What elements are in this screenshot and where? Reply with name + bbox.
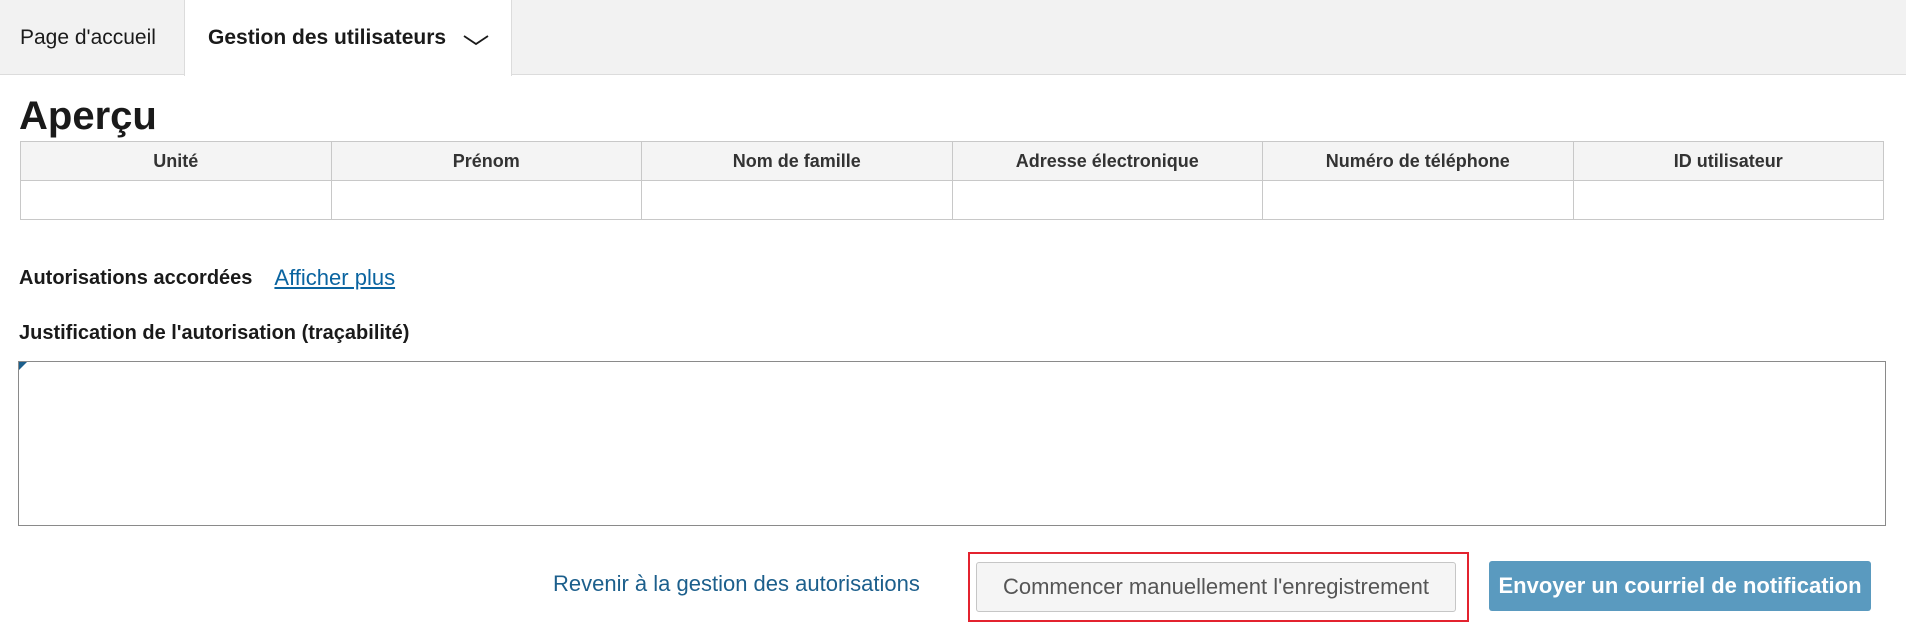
table-header-row: Unité Prénom Nom de famille Adresse élec… [20, 141, 1884, 181]
column-header-phone: Numéro de téléphone [1262, 141, 1574, 181]
justification-label: Justification de l'autorisation (traçabi… [19, 322, 410, 344]
send-notification-email-button[interactable]: Envoyer un courriel de notification [1489, 561, 1871, 611]
table-row [20, 180, 1884, 220]
permissions-label: Autorisations accordées [19, 266, 253, 289]
start-manual-registration-button[interactable]: Commencer manuellement l'enregistrement [976, 562, 1456, 612]
table-cell-unit [20, 180, 332, 220]
nav-tab-user-management-label: Gestion des utilisateurs [208, 26, 447, 49]
column-header-last-name: Nom de famille [641, 141, 953, 181]
column-header-email: Adresse électronique [951, 141, 1263, 181]
nav-tab-home[interactable]: Page d'accueil [0, 0, 184, 75]
permissions-row: Autorisations accordées Afficher plus [19, 263, 395, 293]
show-more-link[interactable]: Afficher plus [274, 265, 395, 291]
column-header-user-id: ID utilisateur [1572, 141, 1884, 181]
back-to-permissions-link[interactable]: Revenir à la gestion des autorisations [553, 571, 920, 597]
overview-table: Unité Prénom Nom de famille Adresse élec… [20, 141, 1884, 220]
chevron-down-icon[interactable] [462, 30, 490, 46]
textarea-corner-marker [19, 362, 27, 370]
nav-tab-user-management[interactable]: Gestion des utilisateurs [184, 0, 512, 76]
table-cell-phone [1262, 180, 1574, 220]
table-cell-email [951, 180, 1263, 220]
table-cell-first-name [330, 180, 642, 220]
table-cell-last-name [641, 180, 953, 220]
table-cell-user-id [1572, 180, 1884, 220]
column-header-first-name: Prénom [330, 141, 642, 181]
justification-textarea[interactable] [18, 361, 1886, 526]
nav-tab-home-label: Page d'accueil [20, 25, 156, 49]
column-header-unit: Unité [20, 141, 332, 181]
page-title: Aperçu [19, 94, 157, 138]
top-navigation: Page d'accueil Gestion des utilisateurs [0, 0, 1906, 76]
